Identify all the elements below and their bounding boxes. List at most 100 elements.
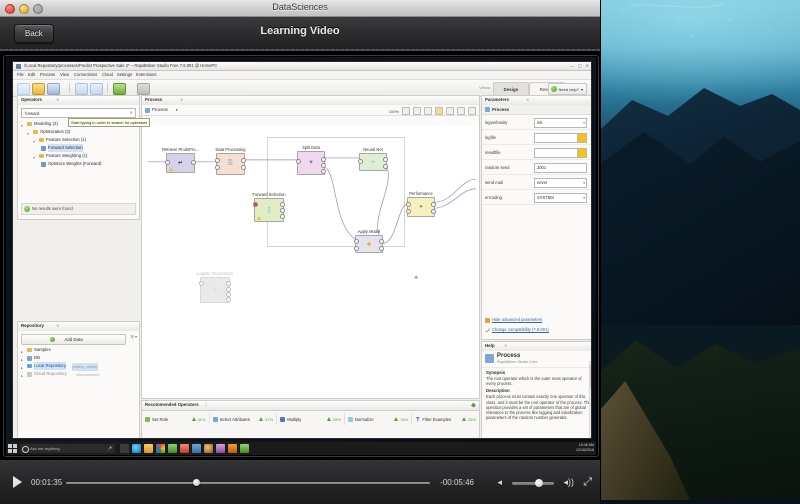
resultfile-field[interactable]: [534, 148, 587, 158]
open-process-icon[interactable]: [32, 83, 45, 95]
operator-box[interactable]: ⌁: [358, 153, 388, 171]
tree-item-optimize-weights[interactable]: Optimize Weights (Forward): [20, 160, 137, 168]
help-icon[interactable]: ?: [205, 402, 207, 407]
operator-performance[interactable]: Performance ✦: [406, 191, 436, 217]
input-port[interactable]: [165, 160, 170, 165]
recommended-item-normalize[interactable]: Normalize 26%: [345, 413, 413, 425]
operator-box[interactable]: ⎘: [215, 153, 246, 175]
store-icon[interactable]: [216, 444, 225, 453]
output-port[interactable]: [280, 202, 285, 207]
menu-file[interactable]: File: [17, 72, 24, 77]
repository-tree[interactable]: ▸ Samples ▸ DB ▸ Local Repository (write…: [20, 346, 137, 378]
input-port[interactable]: [354, 239, 359, 244]
output-port[interactable]: [383, 164, 388, 169]
menu-cloud[interactable]: Cloud: [102, 72, 113, 77]
param-info-icon[interactable]: ⋮: [590, 164, 591, 168]
tool-icon[interactable]: [228, 444, 237, 453]
zoom-out-icon[interactable]: [402, 107, 410, 115]
output-port[interactable]: [241, 165, 246, 170]
folder-icon[interactable]: [577, 149, 586, 157]
add-data-button[interactable]: Add Data: [21, 334, 126, 345]
tree-item-feature-selection[interactable]: ▾ Feature Selection (1): [20, 136, 137, 144]
menu-edit[interactable]: Edit: [28, 72, 35, 77]
recommended-list[interactable]: Set Role 41% Select Attributes 37% Multi…: [142, 413, 479, 425]
folder-icon[interactable]: [577, 134, 586, 142]
word-icon[interactable]: [192, 444, 201, 453]
clear-search-icon[interactable]: ✕: [129, 110, 133, 115]
close-icon[interactable]: ✕: [56, 323, 59, 328]
canvas-toolbar[interactable]: 100%: [389, 107, 476, 115]
param-info-icon[interactable]: ⋮: [590, 194, 591, 198]
menu-extensions[interactable]: Extensions: [136, 72, 156, 77]
chrome-icon[interactable]: [156, 444, 165, 453]
volume-handle[interactable]: [535, 479, 544, 487]
input-port[interactable]: [296, 159, 301, 164]
volume-down-icon[interactable]: ◂: [497, 477, 502, 488]
input-port[interactable]: [253, 202, 258, 207]
powerpoint-icon[interactable]: [180, 444, 189, 453]
recommended-item-multiply[interactable]: Multiply 29%: [277, 413, 345, 425]
change-compatibility-link[interactable]: Change compatibility (7.6.001): [482, 325, 591, 335]
zoom-fit-icon[interactable]: [424, 107, 432, 115]
operator-data-processing[interactable]: Data Processing ⎘: [215, 147, 246, 175]
run-process-icon[interactable]: [113, 83, 126, 95]
output-port[interactable]: [280, 214, 285, 219]
operator-box[interactable]: ▯: [253, 198, 285, 222]
output-port[interactable]: [321, 163, 326, 168]
minimize-icon[interactable]: —: [570, 63, 574, 68]
operator-box[interactable]: ◆: [354, 235, 384, 253]
send-mail-select[interactable]: never ▾: [534, 178, 587, 188]
play-button[interactable]: [13, 476, 22, 488]
search-input[interactable]: [23, 109, 127, 118]
save-process-icon[interactable]: [47, 83, 60, 95]
save-dropdown-icon[interactable]: [60, 83, 65, 93]
param-info-icon[interactable]: ⋮: [590, 119, 591, 123]
microphone-icon[interactable]: 🎤: [107, 446, 112, 451]
output-port[interactable]: [321, 169, 326, 174]
start-button-icon[interactable]: [8, 444, 17, 453]
maximize-icon[interactable]: ▢: [578, 63, 582, 68]
param-info-icon[interactable]: ⋮: [590, 179, 591, 183]
recommended-item-select-attributes[interactable]: Select Attributes 37%: [210, 413, 278, 425]
operator-retrieve[interactable]: Retrieve ProdsPro... ↵: [162, 147, 199, 173]
repository-toolbar[interactable]: ⊞ ▾: [131, 334, 137, 339]
volume-up-icon[interactable]: ◂)): [563, 477, 574, 488]
operator-box[interactable]: ✦: [406, 197, 436, 217]
chevron-right-icon[interactable]: ▸: [21, 372, 23, 380]
scrollbar-thumb[interactable]: [590, 364, 591, 388]
task-view-icon[interactable]: [120, 444, 129, 453]
operator-neural-net[interactable]: Neural Net ⌁: [358, 147, 388, 171]
operator-split-data[interactable]: Split Data ▼: [296, 145, 326, 175]
encoding-select[interactable]: SYSTEM ▾: [534, 193, 587, 203]
scrubber-track[interactable]: [66, 479, 430, 486]
input-port[interactable]: [215, 165, 220, 170]
output-port[interactable]: [379, 246, 384, 251]
rapidminer-icon[interactable]: [168, 444, 177, 453]
redo-icon[interactable]: [90, 83, 103, 95]
close-icon[interactable]: ✕: [504, 343, 507, 348]
input-port[interactable]: [406, 209, 411, 214]
output-port[interactable]: [383, 157, 388, 162]
operator-apply-model[interactable]: Apply Model ◆: [354, 229, 384, 253]
media-player-icon[interactable]: [204, 444, 213, 453]
close-icon[interactable]: ✕: [526, 97, 529, 102]
recommended-item-filter-examples[interactable]: Filter Examples 25%: [412, 413, 479, 425]
operator-box[interactable]: ↵: [165, 153, 196, 173]
param-info-icon[interactable]: ⋮: [590, 149, 591, 153]
maximize-canvas-icon[interactable]: [468, 107, 476, 115]
need-help-button[interactable]: Need help? ▾: [547, 83, 587, 95]
repo-item-db[interactable]: ▸ DB: [20, 354, 137, 362]
edge-icon[interactable]: [132, 444, 141, 453]
input-port[interactable]: [215, 158, 220, 163]
repo-item-cloud-repository[interactable]: ▸ Cloud Repository (disconnected): [20, 370, 137, 378]
tree-item-optimization[interactable]: ▾ Optimization (2): [20, 128, 137, 136]
excel-icon[interactable]: [240, 444, 249, 453]
tree-item-forward-selection[interactable]: Forward Selection: [20, 144, 137, 152]
input-port[interactable]: [199, 281, 204, 286]
tab-design[interactable]: Design: [493, 82, 529, 95]
input-port[interactable]: [358, 159, 363, 164]
repo-item-local-repository[interactable]: ▸ Local Repository (writers_c2wise): [20, 362, 137, 371]
hide-advanced-parameters-link[interactable]: Hide advanced parameters: [482, 315, 591, 325]
menu-bar[interactable]: File Edit Process View Connections Cloud…: [13, 71, 591, 80]
output-port[interactable]: [379, 239, 384, 244]
